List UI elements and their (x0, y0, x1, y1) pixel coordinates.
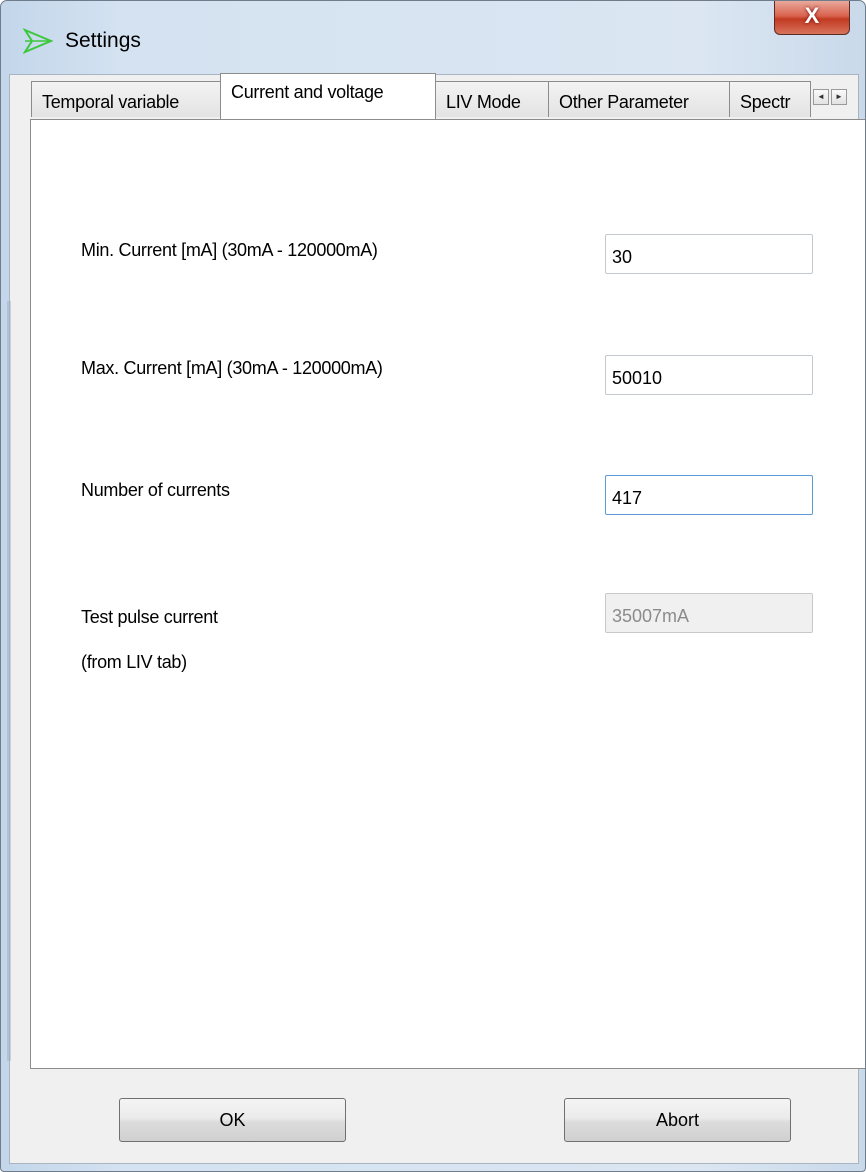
tab-scroll-left-icon[interactable]: ◄ (813, 89, 829, 105)
settings-window: Settings X Temporal variable Current and… (0, 0, 866, 1172)
test-pulse-current-field (605, 593, 813, 633)
close-icon: X (804, 3, 820, 28)
tab-temporal-variable[interactable]: Temporal variable (31, 81, 221, 117)
ok-button[interactable]: OK (119, 1098, 346, 1142)
abort-button[interactable]: Abort (564, 1098, 791, 1142)
test-pulse-current-label: Test pulse current (81, 607, 218, 627)
test-pulse-source-label: (from LIV tab) (81, 652, 187, 672)
number-of-currents-label: Number of currents (81, 480, 230, 500)
tab-scroll-right-icon[interactable]: ► (831, 89, 847, 105)
number-of-currents-input[interactable] (605, 475, 813, 515)
tab-spectrum[interactable]: Spectr (729, 81, 811, 117)
tab-current-and-voltage[interactable]: Current and voltage (220, 73, 436, 119)
max-current-input[interactable] (605, 355, 813, 395)
min-current-input[interactable] (605, 234, 813, 274)
app-arrow-icon (23, 28, 53, 54)
max-current-label: Max. Current [mA] (30mA - 120000mA) (81, 358, 383, 378)
tab-liv-mode[interactable]: LIV Mode (435, 81, 549, 117)
title-bar: Settings X (1, 1, 865, 81)
window-title: Settings (65, 29, 141, 52)
min-current-label: Min. Current [mA] (30mA - 120000mA) (81, 240, 378, 260)
close-button[interactable]: X (774, 1, 850, 35)
tab-other-parameter[interactable]: Other Parameter (548, 81, 730, 117)
